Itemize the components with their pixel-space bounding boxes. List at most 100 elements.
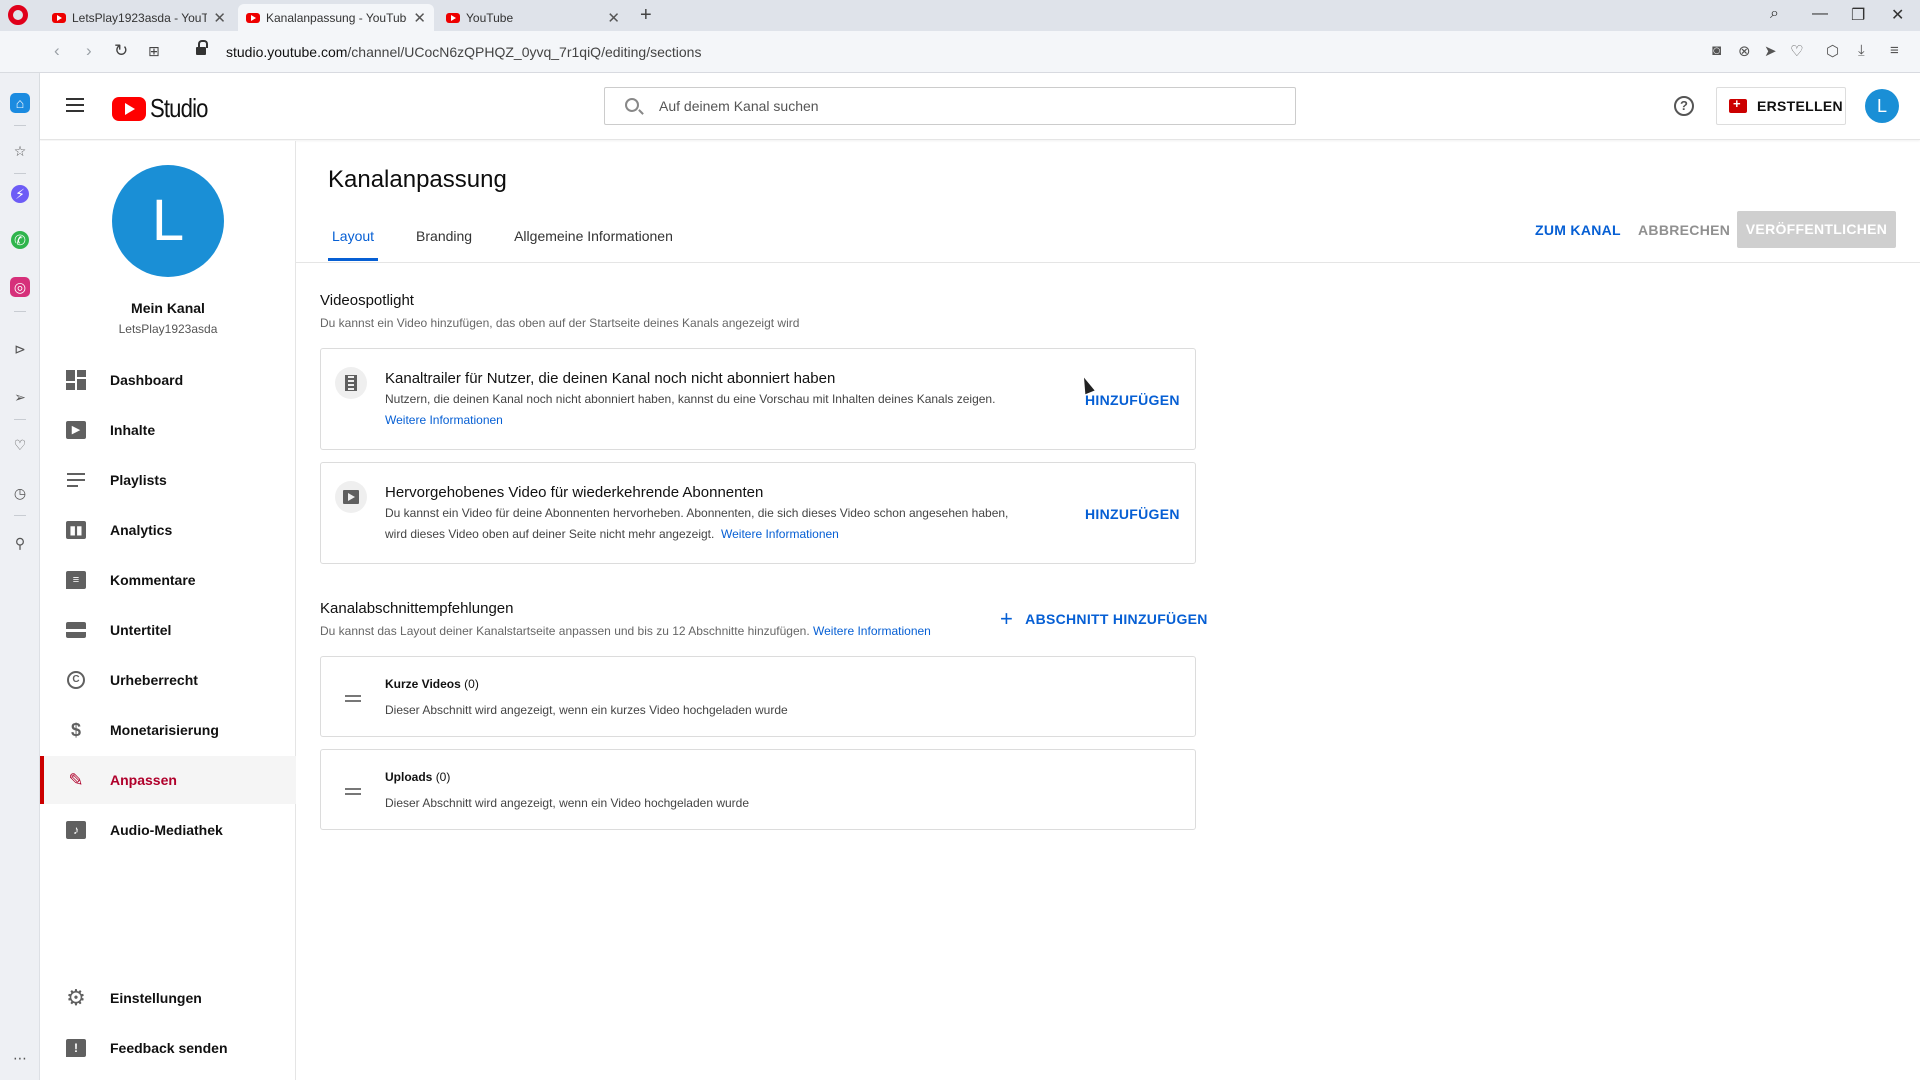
add-section-button[interactable]: + ABSCHNITT HINZUFÜGEN: [1000, 608, 1208, 630]
sidebar-item-settings[interactable]: ⚙ Einstellungen: [40, 974, 296, 1022]
search-input[interactable]: [659, 96, 1259, 116]
sidebar-item-copyright[interactable]: C Urheberrecht: [40, 656, 296, 704]
sidebar-item-feedback[interactable]: ! Feedback senden: [40, 1024, 296, 1072]
sidebar-item-label: Playlists: [110, 472, 167, 488]
tips-icon[interactable]: ⚲: [10, 533, 30, 553]
send-icon[interactable]: ➤: [1764, 42, 1777, 60]
tab-branding[interactable]: Branding: [412, 222, 476, 261]
more-icon[interactable]: ⋯: [10, 1048, 30, 1068]
youtube-studio-logo[interactable]: Studio: [112, 93, 218, 124]
channel-avatar[interactable]: L: [112, 165, 224, 277]
sidebar-item-analytics[interactable]: ▮▮ Analytics: [40, 506, 296, 554]
channel-search[interactable]: [604, 87, 1296, 125]
opera-logo-icon[interactable]: [8, 5, 28, 25]
browser-tab-label: YouTube: [466, 10, 514, 25]
heart-icon[interactable]: ♡: [1790, 42, 1803, 60]
browser-tab-3[interactable]: YouTube ✕: [438, 4, 628, 31]
close-tab-icon[interactable]: ✕: [213, 9, 226, 27]
video-clapper-icon: [335, 481, 367, 513]
history-icon[interactable]: ◷: [10, 483, 30, 503]
tab-general-info[interactable]: Allgemeine Informationen: [510, 222, 677, 261]
copyright-icon: C: [64, 668, 88, 692]
section-name: Kurze Videos: [385, 677, 461, 691]
camera-icon[interactable]: ◙: [1712, 42, 1721, 59]
channel-trailer-card: Kanaltrailer für Nutzer, die deinen Kana…: [320, 348, 1196, 450]
sidebar-item-monetization[interactable]: $ Monetarisierung: [40, 706, 296, 754]
tab-layout[interactable]: Layout: [328, 222, 379, 261]
flow-icon[interactable]: ➢: [10, 387, 30, 407]
channel-trailer-text: Nutzern, die deinen Kanal noch nicht abo…: [385, 389, 995, 431]
rail-divider: [14, 419, 26, 420]
browser-search-icon[interactable]: ⌕: [1770, 5, 1779, 23]
create-button-label: ERSTELLEN: [1757, 98, 1843, 114]
menu-icon[interactable]: ≡: [1890, 42, 1899, 59]
hamburger-menu-icon[interactable]: [66, 98, 84, 112]
studio-sidebar: L Mein Kanal LetsPlay1923asda Dashboard …: [40, 141, 296, 1080]
tabs-divider: [296, 262, 1920, 263]
help-icon[interactable]: ?: [1674, 96, 1694, 116]
sidebar-item-subtitles[interactable]: ▬▬ Untertitel: [40, 606, 296, 654]
sidebar-item-content[interactable]: ▶ Inhalte: [40, 406, 296, 454]
gear-icon: ⚙: [66, 985, 86, 1010]
home-icon[interactable]: ⌂: [10, 93, 30, 113]
browser-tab-2[interactable]: Kanalanpassung - YouTube ✕: [238, 4, 434, 31]
sidebar-item-label: Feedback senden: [110, 1040, 228, 1056]
close-window-icon[interactable]: ✕: [1891, 5, 1904, 25]
go-to-channel-button[interactable]: ZUM KANAL: [1535, 222, 1621, 238]
reload-icon[interactable]: ↻: [114, 41, 128, 61]
learn-more-link[interactable]: Weitere Informationen: [385, 413, 503, 427]
publish-button[interactable]: VERÖFFENTLICHEN: [1737, 211, 1896, 248]
sidebar-item-dashboard[interactable]: Dashboard: [40, 356, 296, 404]
learn-more-link[interactable]: Weitere Informationen: [721, 527, 839, 541]
drag-handle-icon[interactable]: [345, 695, 361, 702]
new-tab-icon[interactable]: +: [640, 4, 652, 27]
studio-header: Studio ? ERSTELLEN L: [40, 73, 1920, 140]
star-icon[interactable]: ☆: [10, 141, 30, 161]
tab-grid-icon[interactable]: ⊞: [148, 43, 160, 60]
sidebar-item-comments[interactable]: ≡ Kommentare: [40, 556, 296, 604]
messenger-icon[interactable]: ⚡: [11, 185, 29, 203]
drag-handle-icon[interactable]: [345, 788, 361, 795]
create-button[interactable]: ERSTELLEN: [1716, 87, 1846, 125]
close-tab-icon[interactable]: ✕: [607, 9, 620, 27]
section-row[interactable]: Uploads (0) Dieser Abschnitt wird angeze…: [320, 749, 1196, 830]
sidebar-item-label: Untertitel: [110, 622, 172, 638]
url-field[interactable]: studio.youtube.com/channel/UCocN6zQPHQZ_…: [226, 44, 701, 60]
sidebar-item-audio-library[interactable]: ♪ Audio-Mediathek: [40, 806, 296, 854]
sidebar-item-customize[interactable]: ✎ Anpassen: [40, 756, 296, 804]
back-icon[interactable]: ‹: [54, 41, 60, 61]
featured-video-card: Hervorgehobenes Video für wiederkehrende…: [320, 462, 1196, 564]
page-title: Kanalanpassung: [328, 166, 507, 193]
restore-icon[interactable]: ❐: [1851, 5, 1865, 25]
close-tab-icon[interactable]: ✕: [413, 9, 426, 27]
browser-tab-1[interactable]: LetsPlay1923asda - YouTube ✕: [44, 4, 234, 31]
add-featured-video-button[interactable]: HINZUFÜGEN: [1085, 506, 1180, 522]
learn-more-link[interactable]: Weitere Informationen: [813, 624, 931, 638]
section-count: (0): [464, 677, 479, 691]
rail-divider: [14, 515, 26, 516]
content-icon: ▶: [64, 418, 88, 442]
favorites-icon[interactable]: ♡: [10, 435, 30, 455]
section-row-title: Kurze Videos (0): [385, 677, 479, 691]
add-channel-trailer-button[interactable]: HINZUFÜGEN: [1085, 392, 1180, 408]
rail-divider: [14, 173, 26, 174]
instagram-icon[interactable]: ◎: [10, 277, 30, 297]
sidebar-item-label: Kommentare: [110, 572, 196, 588]
adblock-icon[interactable]: ⊗: [1738, 42, 1751, 60]
channel-title: Mein Kanal: [131, 300, 205, 316]
player-icon[interactable]: ⊳: [10, 339, 30, 359]
minimize-icon[interactable]: —: [1812, 5, 1828, 23]
youtube-favicon-icon: [52, 12, 66, 23]
account-avatar[interactable]: L: [1865, 89, 1899, 123]
logo-text: Studio: [150, 93, 208, 123]
section-row[interactable]: Kurze Videos (0) Dieser Abschnitt wird a…: [320, 656, 1196, 737]
section-row-description: Dieser Abschnitt wird angezeigt, wenn ei…: [385, 703, 788, 717]
whatsapp-icon[interactable]: ✆: [11, 231, 29, 249]
cancel-button[interactable]: ABBRECHEN: [1638, 222, 1730, 238]
download-icon[interactable]: ⤓: [1858, 42, 1865, 59]
dashboard-icon: [64, 368, 88, 392]
sidebar-item-label: Audio-Mediathek: [110, 822, 223, 838]
extensions-icon[interactable]: ⬡: [1826, 42, 1839, 60]
sidebar-item-playlists[interactable]: Playlists: [40, 456, 296, 504]
forward-icon[interactable]: ›: [86, 41, 92, 61]
